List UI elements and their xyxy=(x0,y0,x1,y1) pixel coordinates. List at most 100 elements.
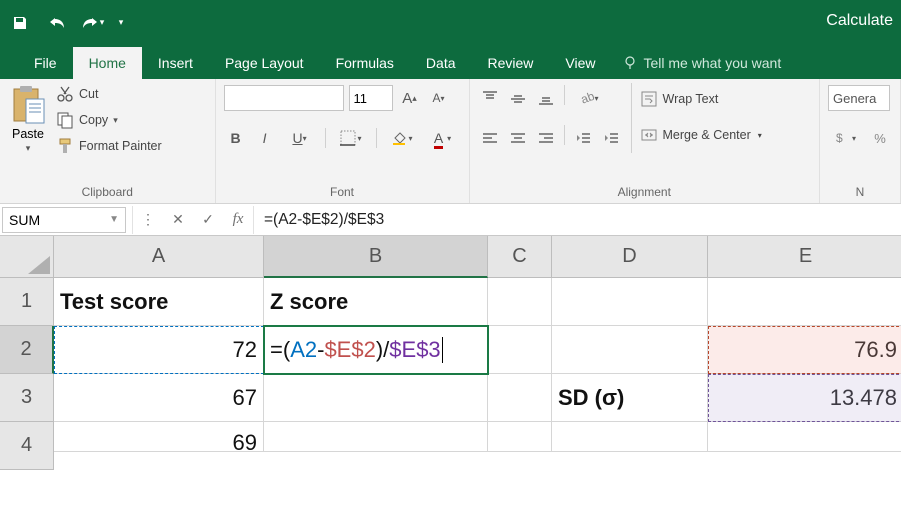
align-right-button[interactable] xyxy=(534,125,558,151)
cell-D3[interactable]: SD (σ) xyxy=(552,374,708,422)
title-bar: ▾ ▾ Calculate xyxy=(0,0,901,45)
cell-A3[interactable]: 67 xyxy=(54,374,264,422)
cell-C4[interactable] xyxy=(488,422,552,452)
font-name-input[interactable] xyxy=(224,85,344,111)
percent-button[interactable]: % xyxy=(868,125,892,151)
decrease-indent-button[interactable] xyxy=(571,125,595,151)
alignment-group-label: Alignment xyxy=(478,183,811,201)
format-painter-label: Format Painter xyxy=(79,139,162,153)
copy-icon xyxy=(56,111,74,129)
group-clipboard: Paste ▾ Cut Copy ▾ Format Painter C xyxy=(0,79,216,203)
formula-input[interactable]: =(A2-$E$2)/$E$3 xyxy=(254,211,901,229)
wrap-text-label: Wrap Text xyxy=(663,92,719,106)
formula-bar: SUM ▼ ⋮ ✕ ✓ fx =(A2-$E$2)/$E$3 xyxy=(0,204,901,236)
bold-button[interactable]: B xyxy=(224,125,248,151)
align-top-button[interactable] xyxy=(478,85,502,111)
copy-label: Copy xyxy=(79,113,108,127)
ribbon: Paste ▾ Cut Copy ▾ Format Painter C xyxy=(0,79,901,204)
cell-A4[interactable]: 69 xyxy=(54,422,264,452)
increase-indent-button[interactable] xyxy=(599,125,623,151)
tab-review[interactable]: Review xyxy=(472,47,550,79)
select-all-corner[interactable] xyxy=(0,236,54,278)
number-format-select[interactable] xyxy=(828,85,890,111)
copy-button[interactable]: Copy ▾ xyxy=(54,109,164,131)
svg-text:$: $ xyxy=(836,131,843,145)
merge-icon xyxy=(640,126,658,144)
cell-D2[interactable] xyxy=(552,326,708,374)
row-header-4[interactable]: 4 xyxy=(0,422,54,470)
group-number: $▾ % N xyxy=(820,79,901,203)
paste-button[interactable]: Paste ▾ xyxy=(8,83,48,156)
enter-formula-button[interactable]: ✓ xyxy=(193,206,223,234)
row-header-3[interactable]: 3 xyxy=(0,374,54,422)
tab-insert[interactable]: Insert xyxy=(142,47,209,79)
paintbrush-icon xyxy=(56,137,74,155)
cell-A1[interactable]: Test score xyxy=(54,278,264,326)
row-header-2[interactable]: 2 xyxy=(0,326,54,374)
tab-page-layout[interactable]: Page Layout xyxy=(209,47,320,79)
col-header-D[interactable]: D xyxy=(552,236,708,278)
tab-data[interactable]: Data xyxy=(410,47,472,79)
cell-D1[interactable] xyxy=(552,278,708,326)
wrap-text-button[interactable]: Wrap Text xyxy=(640,87,762,111)
undo-button[interactable] xyxy=(44,9,72,37)
col-header-A[interactable]: A xyxy=(54,236,264,278)
col-header-E[interactable]: E xyxy=(708,236,901,278)
cell-D4[interactable] xyxy=(552,422,708,452)
svg-text:ab: ab xyxy=(579,90,595,106)
cell-E3[interactable]: 13.478 xyxy=(708,374,901,422)
font-size-input[interactable] xyxy=(349,85,393,111)
ribbon-tabs: File Home Insert Page Layout Formulas Da… xyxy=(0,45,901,79)
insert-function-button[interactable]: fx xyxy=(223,206,253,234)
redo-button[interactable]: ▾ xyxy=(74,9,110,37)
font-color-button[interactable]: A ▾ xyxy=(425,125,461,151)
align-middle-button[interactable] xyxy=(506,85,530,111)
align-left-button[interactable] xyxy=(478,125,502,151)
accounting-format-button[interactable]: $▾ xyxy=(828,125,864,151)
format-painter-button[interactable]: Format Painter xyxy=(54,135,164,157)
decrease-font-button[interactable]: A▾ xyxy=(427,85,451,111)
save-button[interactable] xyxy=(6,9,34,37)
wrap-text-icon xyxy=(640,90,658,108)
merge-center-label: Merge & Center xyxy=(663,128,751,142)
cell-B1[interactable]: Z score xyxy=(264,278,488,326)
row-header-1[interactable]: 1 xyxy=(0,278,54,326)
group-alignment: ab▾ Wrap Text Mer xyxy=(470,79,820,203)
orientation-button[interactable]: ab▾ xyxy=(571,85,607,111)
cell-C2[interactable] xyxy=(488,326,552,374)
tab-view[interactable]: View xyxy=(549,47,611,79)
paste-label: Paste xyxy=(12,127,44,141)
align-center-button[interactable] xyxy=(506,125,530,151)
cell-E2[interactable]: 76.9 xyxy=(708,326,901,374)
cell-C1[interactable] xyxy=(488,278,552,326)
italic-button[interactable]: I xyxy=(253,125,277,151)
name-box-value: SUM xyxy=(9,212,40,228)
cell-A2[interactable]: 72 xyxy=(54,326,264,374)
fb-expand-icon[interactable]: ⋮ xyxy=(133,206,163,234)
tab-formulas[interactable]: Formulas xyxy=(320,47,410,79)
underline-button[interactable]: U ▾ xyxy=(282,125,318,151)
cell-B4[interactable] xyxy=(264,422,488,452)
quick-access-toolbar: ▾ ▾ xyxy=(6,9,130,37)
cell-B3[interactable] xyxy=(264,374,488,422)
fill-color-button[interactable]: ▾ xyxy=(384,125,420,151)
col-header-C[interactable]: C xyxy=(488,236,552,278)
qat-customize[interactable]: ▾ xyxy=(112,9,130,37)
merge-center-button[interactable]: Merge & Center ▾ xyxy=(640,123,762,147)
tell-me-search[interactable]: Tell me what you want xyxy=(612,55,792,79)
group-font: A▴ A▾ B I U ▾ ▾ ▾ A ▾ xyxy=(216,79,470,203)
clipboard-icon xyxy=(10,85,46,125)
borders-button[interactable]: ▾ xyxy=(333,125,369,151)
name-box[interactable]: SUM ▼ xyxy=(2,207,126,233)
cell-C3[interactable] xyxy=(488,374,552,422)
cut-button[interactable]: Cut xyxy=(54,83,164,105)
increase-font-button[interactable]: A▴ xyxy=(398,85,422,111)
cancel-formula-button[interactable]: ✕ xyxy=(163,206,193,234)
tab-home[interactable]: Home xyxy=(73,47,142,79)
align-bottom-button[interactable] xyxy=(534,85,558,111)
tab-file[interactable]: File xyxy=(18,47,73,79)
col-header-B[interactable]: B xyxy=(264,236,488,278)
cell-E4[interactable] xyxy=(708,422,901,452)
cell-E1[interactable] xyxy=(708,278,901,326)
cell-B2[interactable]: =(A2-$E$2)/$E$3 xyxy=(264,326,488,374)
